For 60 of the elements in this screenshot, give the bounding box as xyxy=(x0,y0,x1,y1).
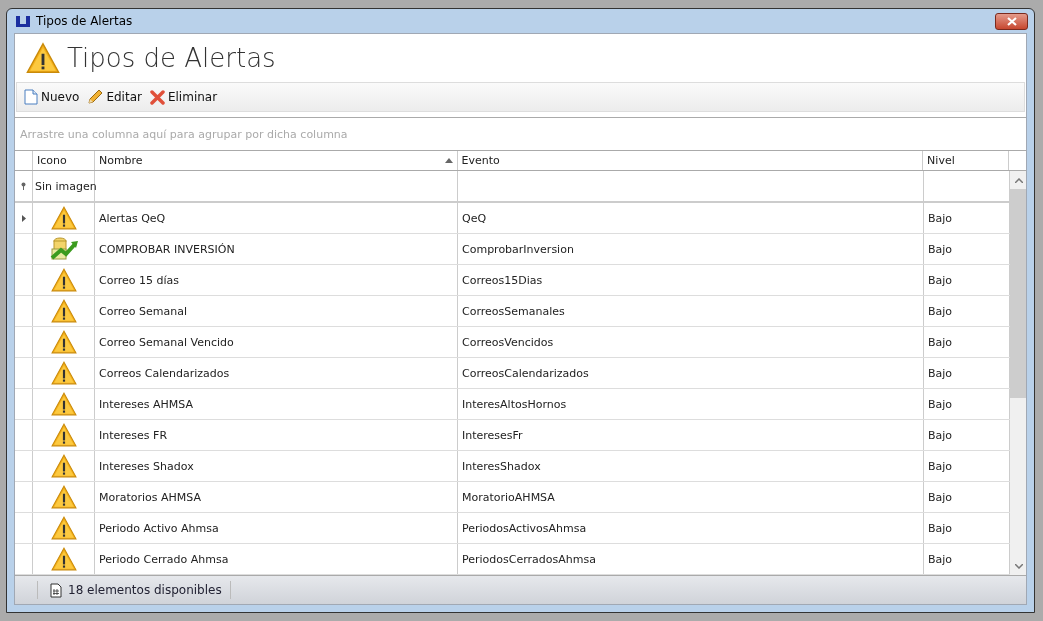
column-header[interactable]: Nombre xyxy=(94,151,458,170)
warning-icon xyxy=(49,484,78,510)
table-cell: InteresAltosHornos xyxy=(458,389,924,419)
table-cell: Correo Semanal Vencido xyxy=(95,327,458,357)
table-cell: InteresShadox xyxy=(458,451,924,481)
table-cell: Alertas QeQ xyxy=(95,203,458,233)
delete-button[interactable]: Eliminar xyxy=(148,87,219,107)
warning-icon xyxy=(49,422,78,448)
table-cell: CorreosVencidos xyxy=(458,327,924,357)
edit-button[interactable]: Editar xyxy=(86,87,143,107)
close-button[interactable] xyxy=(995,12,1028,30)
table-cell: Correos15Dias xyxy=(458,265,924,295)
hash-document-icon xyxy=(50,582,62,598)
pencil-icon xyxy=(87,89,104,105)
filter-pin-icon xyxy=(21,182,26,190)
scrollbar-thumb[interactable] xyxy=(1010,189,1026,398)
document-icon xyxy=(24,89,38,105)
scroll-up-icon xyxy=(1014,177,1023,183)
table-cell: InteresesFr xyxy=(458,420,924,450)
new-button[interactable]: Nuevo xyxy=(23,87,81,107)
table-cell: Intereses FR xyxy=(95,420,458,450)
table-cell: Intereses AHMSA xyxy=(95,389,458,419)
warning-icon xyxy=(49,546,78,572)
column-header[interactable]: Evento xyxy=(457,151,924,170)
app-logo-icon xyxy=(15,14,31,28)
coins-chart-icon xyxy=(48,236,79,262)
warning-icon xyxy=(49,329,78,355)
warning-icon xyxy=(49,298,78,324)
table-cell: Moratorios AHMSA xyxy=(95,482,458,512)
table-cell: Intereses Shadox xyxy=(95,451,458,481)
table-cell: PeriodosCerradosAhmsa xyxy=(458,544,924,574)
table-cell: Correo 15 días xyxy=(95,265,458,295)
table-cell: Periodo Cerrado Ahmsa xyxy=(95,544,458,574)
warning-icon xyxy=(49,391,78,417)
close-icon xyxy=(1006,16,1017,26)
table-cell: Correos Calendarizados xyxy=(95,358,458,388)
scroll-down-icon xyxy=(1014,563,1023,569)
window-title: Tipos de Alertas xyxy=(36,14,134,28)
table-cell: MoratorioAHMSA xyxy=(458,482,924,512)
warning-icon xyxy=(49,205,78,231)
filter-value[interactable]: Sin imagen xyxy=(35,179,97,193)
warning-icon xyxy=(49,515,78,541)
warning-icon xyxy=(49,453,78,479)
page-title: Tipos de Alertas xyxy=(67,43,276,73)
warning-icon xyxy=(49,267,78,293)
table-cell: Correo Semanal xyxy=(95,296,458,326)
scrollbar[interactable] xyxy=(1010,171,1026,575)
delete-x-icon xyxy=(149,89,165,105)
column-header[interactable]: Icono xyxy=(33,151,95,170)
table-cell: PeriodosActivosAhmsa xyxy=(458,513,924,543)
table-cell: Periodo Activo Ahmsa xyxy=(95,513,458,543)
warning-icon xyxy=(49,360,78,386)
table-cell: CorreosSemanales xyxy=(458,296,924,326)
table-cell: ComprobarInversion xyxy=(458,234,924,264)
table-cell: COMPROBAR INVERSIÓN xyxy=(95,234,458,264)
status-text: 18 elementos disponibles xyxy=(68,583,222,597)
table-cell: CorreosCalendarizados xyxy=(458,358,924,388)
column-header[interactable]: Nivel xyxy=(923,151,1010,170)
warning-icon xyxy=(25,41,61,75)
table-cell: QeQ xyxy=(458,203,924,233)
